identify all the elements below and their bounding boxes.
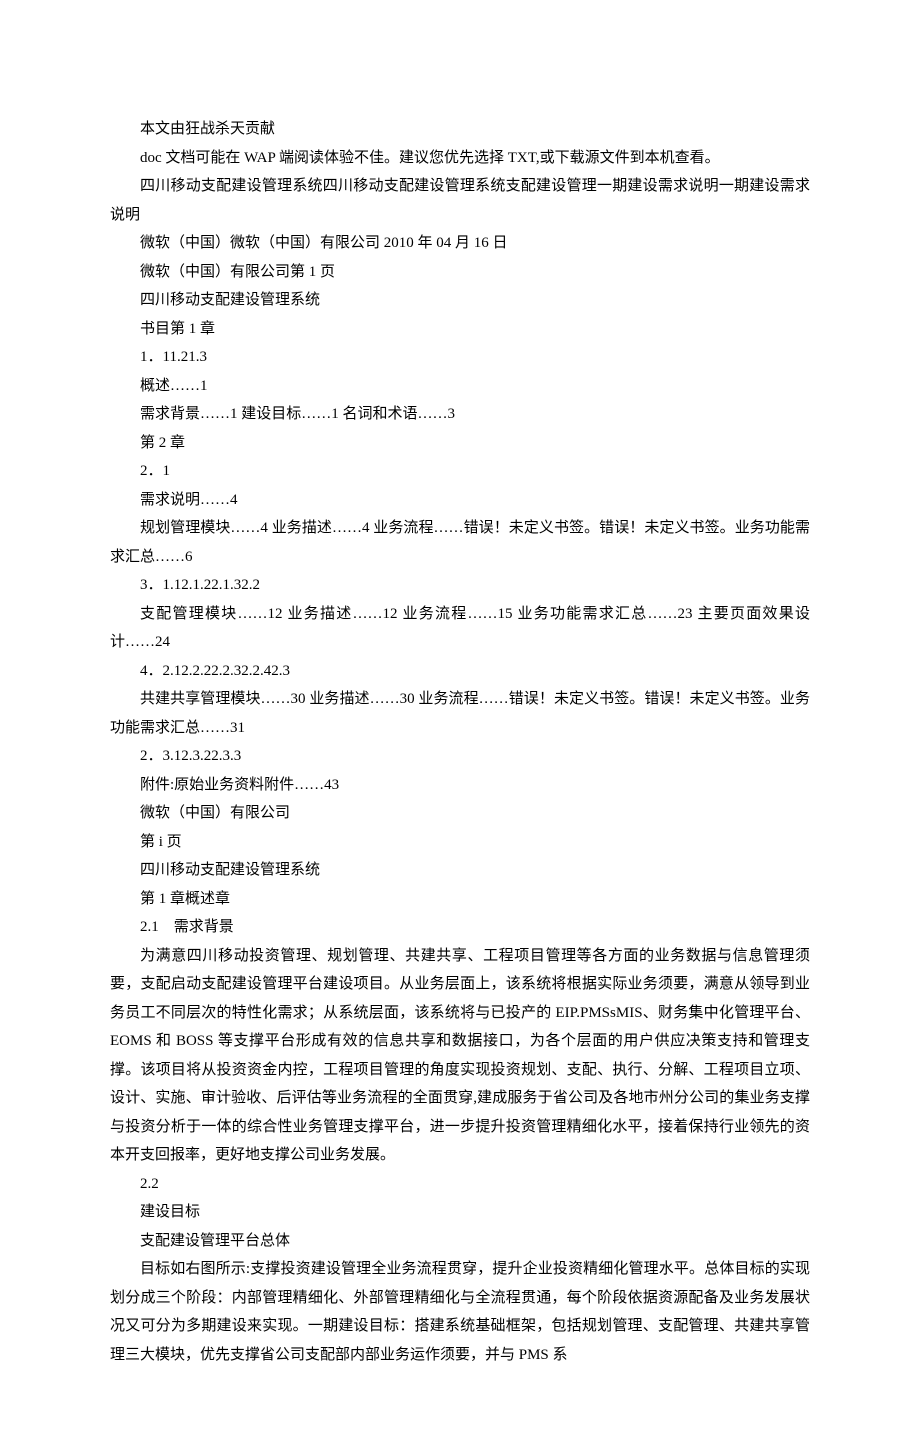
paragraph: 2.1 需求背景 <box>110 913 810 942</box>
paragraph: 3．1.12.1.22.1.32.2 <box>110 571 810 600</box>
paragraph: 附件:原始业务资料附件……43 <box>110 771 810 800</box>
paragraph: 本文由狂战杀天贡献 <box>110 115 810 144</box>
paragraph: 2.2 <box>110 1170 810 1199</box>
paragraph: 四川移动支配建设管理系统四川移动支配建设管理系统支配建设管理一期建设需求说明一期… <box>110 172 810 229</box>
paragraph: 为满意四川移动投资管理、规划管理、共建共享、工程项目管理等各方面的业务数据与信息… <box>110 942 810 1170</box>
paragraph: 规划管理模块……4 业务描述……4 业务流程……错误！未定义书签。错误！未定义书… <box>110 514 810 571</box>
paragraph: 建设目标 <box>110 1198 810 1227</box>
paragraph: 共建共享管理模块……30 业务描述……30 业务流程……错误！未定义书签。错误！… <box>110 685 810 742</box>
document-body: 本文由狂战杀天贡献doc 文档可能在 WAP 端阅读体验不佳。建议您优先选择 T… <box>110 115 810 1369</box>
paragraph: 书目第 1 章 <box>110 315 810 344</box>
paragraph: 2．3.12.3.22.3.3 <box>110 742 810 771</box>
paragraph: 2．1 <box>110 457 810 486</box>
paragraph: 微软（中国）有限公司 <box>110 799 810 828</box>
paragraph: 第 2 章 <box>110 429 810 458</box>
paragraph: 第 i 页 <box>110 828 810 857</box>
paragraph: 支配建设管理平台总体 <box>110 1227 810 1256</box>
paragraph: doc 文档可能在 WAP 端阅读体验不佳。建议您优先选择 TXT,或下载源文件… <box>110 144 810 173</box>
paragraph: 第 1 章概述章 <box>110 885 810 914</box>
paragraph: 四川移动支配建设管理系统 <box>110 856 810 885</box>
paragraph: 需求背景……1 建设目标……1 名词和术语……3 <box>110 400 810 429</box>
paragraph: 1．11.21.3 <box>110 343 810 372</box>
paragraph: 支配管理模块……12 业务描述……12 业务流程……15 业务功能需求汇总……2… <box>110 600 810 657</box>
paragraph: 概述……1 <box>110 372 810 401</box>
paragraph: 四川移动支配建设管理系统 <box>110 286 810 315</box>
paragraph: 4．2.12.2.22.2.32.2.42.3 <box>110 657 810 686</box>
paragraph: 目标如右图所示:支撑投资建设管理全业务流程贯穿，提升企业投资精细化管理水平。总体… <box>110 1255 810 1369</box>
paragraph: 微软（中国）有限公司第 1 页 <box>110 258 810 287</box>
paragraph: 微软（中国）微软（中国）有限公司 2010 年 04 月 16 日 <box>110 229 810 258</box>
paragraph: 需求说明……4 <box>110 486 810 515</box>
